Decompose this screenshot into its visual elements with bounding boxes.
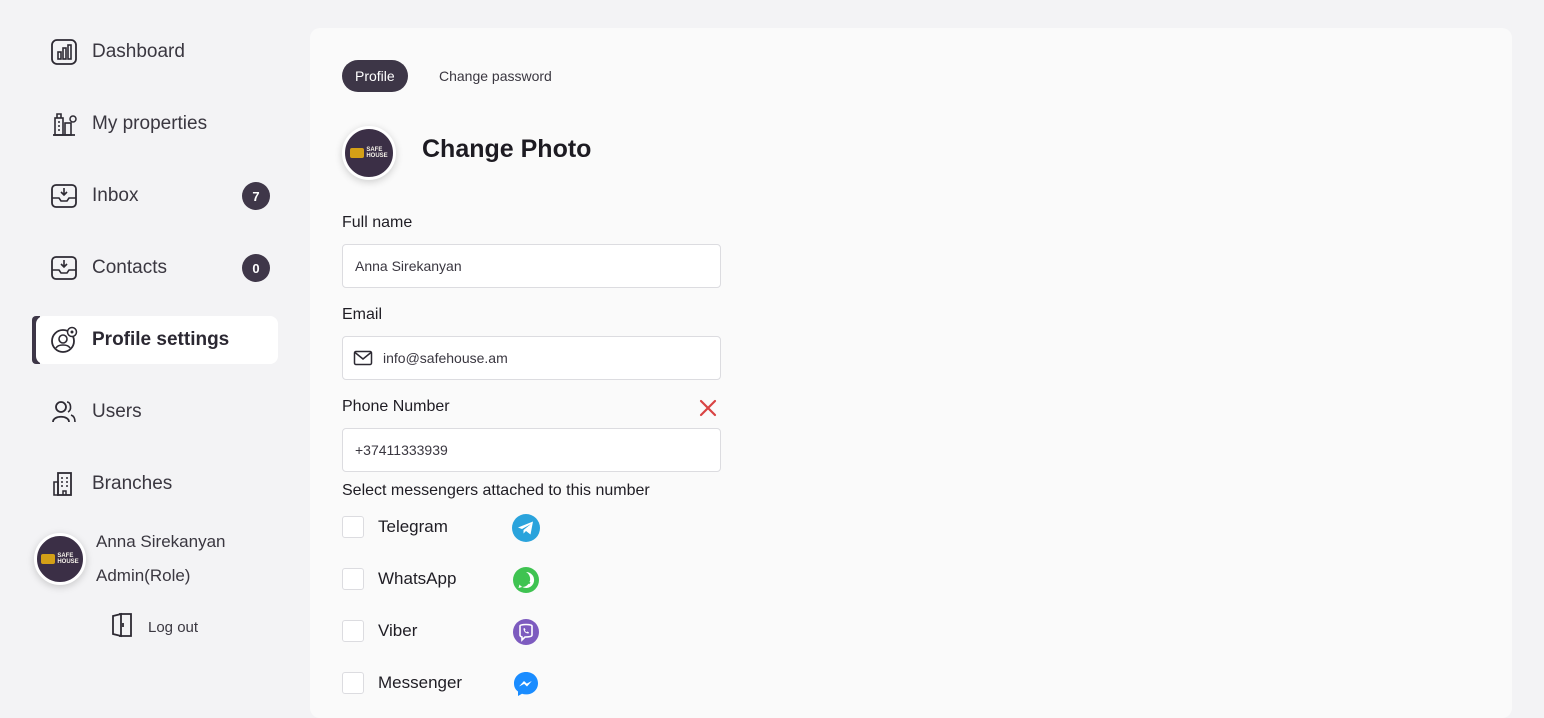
phone-value: +37411333939 bbox=[355, 442, 448, 458]
user-name: Anna Sirekanyan bbox=[96, 532, 226, 551]
user-avatar[interactable]: SAFE HOUSE bbox=[34, 533, 86, 585]
whatsapp-checkbox[interactable] bbox=[342, 568, 364, 590]
messenger-checkbox[interactable] bbox=[342, 672, 364, 694]
viber-icon bbox=[512, 618, 540, 646]
sidebar-item-contacts[interactable]: Contacts 0 bbox=[36, 244, 278, 292]
viber-checkbox[interactable] bbox=[342, 620, 364, 642]
logout-label: Log out bbox=[148, 619, 199, 636]
mail-icon bbox=[353, 350, 373, 366]
full-name-field[interactable]: Anna Sirekanyan bbox=[342, 244, 721, 288]
sidebar-item-label: Contacts bbox=[92, 257, 167, 278]
profile-card: Profile Change password SAFE HOUSE Change… bbox=[310, 28, 1512, 718]
sidebar-item-dashboard[interactable]: Dashboard bbox=[36, 28, 278, 76]
sidebar-item-my-properties[interactable]: My properties bbox=[36, 100, 278, 148]
branches-icon bbox=[50, 470, 78, 498]
clear-phone-icon[interactable] bbox=[698, 398, 718, 418]
inbox-count-badge: 7 bbox=[242, 182, 270, 210]
contacts-icon bbox=[50, 254, 78, 282]
dashboard-icon bbox=[50, 38, 78, 66]
change-photo-button[interactable]: Change Photo bbox=[422, 135, 591, 164]
messengers-label: Select messengers attached to this numbe… bbox=[342, 482, 650, 499]
phone-field[interactable]: +37411333939 bbox=[342, 428, 721, 472]
messenger-name: Viber bbox=[378, 621, 418, 640]
email-value: info@safehouse.am bbox=[383, 350, 508, 366]
telegram-checkbox[interactable] bbox=[342, 516, 364, 538]
messenger-row-viber: Viber bbox=[342, 618, 562, 646]
user-role: Admin(Role) bbox=[96, 566, 191, 585]
tab-change-password[interactable]: Change password bbox=[439, 60, 552, 92]
email-label: Email bbox=[342, 306, 383, 323]
sidebar-item-label: My properties bbox=[92, 113, 208, 134]
messenger-row-telegram: Telegram bbox=[342, 514, 562, 542]
sidebar-item-label: Inbox bbox=[92, 185, 139, 206]
profile-photo[interactable]: SAFE HOUSE bbox=[342, 126, 396, 180]
sidebar-item-label: Branches bbox=[92, 473, 173, 494]
messenger-row-messenger: Messenger bbox=[342, 670, 562, 698]
sidebar-item-label: Profile settings bbox=[92, 329, 230, 350]
tab-profile[interactable]: Profile bbox=[342, 60, 408, 92]
full-name-label: Full name bbox=[342, 214, 413, 231]
users-icon bbox=[50, 398, 78, 426]
messenger-name: Messenger bbox=[378, 673, 463, 692]
sidebar-item-label: Dashboard bbox=[92, 41, 185, 62]
buildings-icon bbox=[50, 110, 78, 138]
safehouse-logo: SAFE HOUSE bbox=[350, 147, 388, 159]
sidebar-item-branches[interactable]: Branches bbox=[36, 460, 278, 508]
sidebar: Dashboard My properties Inbox 7 Contacts… bbox=[0, 0, 300, 705]
contacts-count-badge: 0 bbox=[242, 254, 270, 282]
logout-icon bbox=[110, 611, 136, 644]
sidebar-item-profile-settings[interactable]: Profile settings bbox=[36, 316, 278, 364]
profile-settings-icon bbox=[50, 326, 78, 354]
phone-label: Phone Number bbox=[342, 398, 450, 415]
messenger-name: WhatsApp bbox=[378, 569, 457, 588]
sidebar-item-label: Users bbox=[92, 401, 142, 422]
inbox-icon bbox=[50, 182, 78, 210]
sidebar-item-inbox[interactable]: Inbox 7 bbox=[36, 172, 278, 220]
messenger-row-whatsapp: WhatsApp bbox=[342, 566, 562, 594]
telegram-icon bbox=[512, 514, 540, 542]
email-field[interactable]: info@safehouse.am bbox=[342, 336, 721, 380]
messenger-name: Telegram bbox=[378, 517, 448, 536]
sidebar-item-users[interactable]: Users bbox=[36, 388, 278, 436]
logout-button[interactable]: Log out bbox=[110, 611, 198, 644]
whatsapp-icon bbox=[512, 566, 540, 594]
safehouse-logo: SAFE HOUSE bbox=[41, 553, 79, 565]
full-name-value: Anna Sirekanyan bbox=[355, 258, 462, 274]
messenger-icon bbox=[512, 670, 540, 698]
